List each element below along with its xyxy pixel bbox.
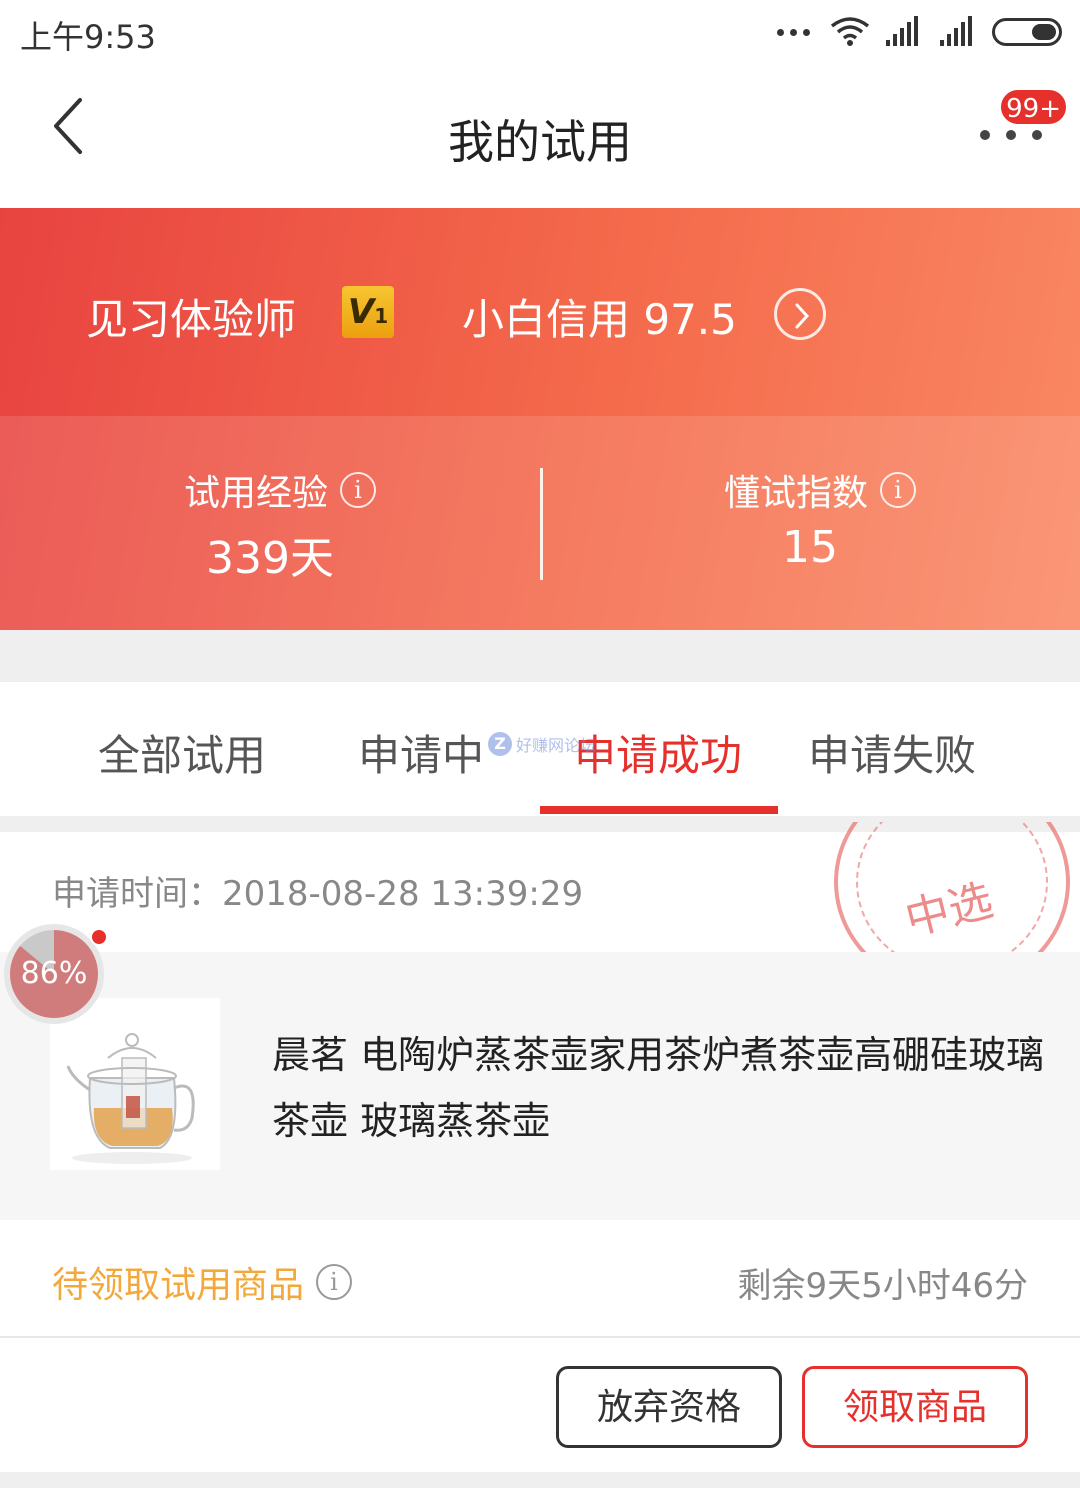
product-title: 晨茗 电陶炉蒸茶壶家用茶炉煮茶壶高硼硅玻璃茶壶 玻璃蒸茶壶 <box>272 1033 1045 1143</box>
watermark: Z 好赚网论坛 <box>488 732 596 756</box>
status-bar: 上午9:53 <box>0 0 1080 66</box>
trial-card: 申请时间：2018-08-28 13:39:29 中选 晨茗 电陶炉蒸茶壶家用茶… <box>0 822 1080 1472</box>
stat-experience: 试用经验 i 339天 <box>0 464 540 586</box>
vip-letter: V <box>347 292 375 332</box>
product-image <box>50 998 220 1170</box>
wifi-icon <box>830 17 870 46</box>
stat-label: 懂试指数 <box>723 473 868 514</box>
stat-value: 15 <box>782 522 838 573</box>
tab-success[interactable]: 申请成功 <box>574 722 742 783</box>
teapot-icon <box>66 1033 195 1164</box>
user-banner: 见习体验师 V1 小白信用 97.5 试用经验 i 339天 懂试指数 i 15 <box>0 208 1080 630</box>
claim-status-row: 待领取试用商品 i 剩余9天5小时46分 <box>0 1220 1080 1338</box>
notification-badge: 99+ <box>999 88 1068 126</box>
credit-detail-button[interactable] <box>774 288 826 340</box>
battery-icon <box>992 18 1062 46</box>
signal-icon-1 <box>886 16 918 46</box>
tab-applying[interactable]: 申请中 <box>358 722 484 783</box>
banner-stats: 试用经验 i 339天 懂试指数 i 15 <box>0 416 1080 630</box>
more-dots-icon <box>980 130 1042 140</box>
info-icon[interactable]: i <box>316 1264 353 1300</box>
progress-badge[interactable]: 86% <box>4 924 104 1024</box>
red-dot-indicator <box>90 928 108 946</box>
tab-failed[interactable]: 申请失败 <box>808 722 976 783</box>
trial-tabs: 全部试用 申请中 申请成功 申请失败 Z 好赚网论坛 <box>0 682 1080 816</box>
tab-all[interactable]: 全部试用 <box>98 722 266 783</box>
claim-button[interactable]: 领取商品 <box>802 1366 1028 1448</box>
info-icon[interactable]: i <box>880 472 916 508</box>
apply-time: 申请时间：2018-08-28 13:39:29 <box>52 874 584 914</box>
progress-percent: 86% <box>20 956 88 991</box>
page-title: 我的试用 <box>448 115 632 169</box>
credit-score[interactable]: 小白信用 97.5 <box>462 286 737 347</box>
next-card-edge <box>0 1488 1080 1495</box>
signal-icon-2 <box>940 16 972 46</box>
app-header: 我的试用 99+ <box>0 66 1080 208</box>
status-time: 上午9:53 <box>20 18 156 56</box>
stat-value: 339天 <box>206 533 334 584</box>
status-icons <box>777 14 1062 50</box>
stat-index: 懂试指数 i 15 <box>540 464 1080 573</box>
vip-level-badge: V1 <box>342 286 394 338</box>
info-icon[interactable]: i <box>340 472 376 508</box>
remaining-time: 剩余9天5小时46分 <box>737 1266 1028 1306</box>
chevron-right-icon <box>795 303 810 329</box>
level-name: 见习体验师 <box>86 295 297 344</box>
stat-label: 试用经验 <box>183 473 328 514</box>
watermark-text: 好赚网论坛 <box>516 736 597 755</box>
more-status-icon <box>777 28 810 36</box>
watermark-logo-icon: Z <box>488 732 512 756</box>
pending-status: 待领取试用商品 <box>52 1265 305 1306</box>
abandon-button[interactable]: 放弃资格 <box>556 1366 782 1448</box>
banner-level-row: 见习体验师 V1 小白信用 97.5 <box>0 208 1080 416</box>
vip-number: 1 <box>374 304 389 328</box>
active-tab-indicator <box>540 806 778 814</box>
product-row[interactable]: 晨茗 电陶炉蒸茶壶家用茶炉煮茶壶高硼硅玻璃茶壶 玻璃蒸茶壶 <box>0 952 1080 1220</box>
